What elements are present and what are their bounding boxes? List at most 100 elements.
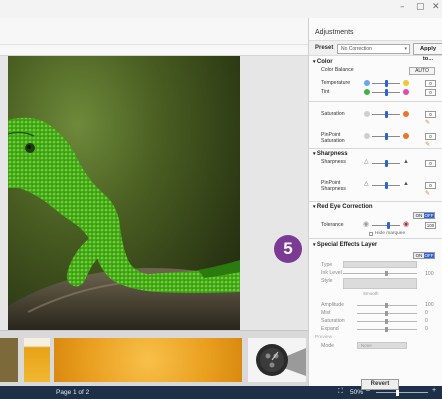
style-value: Smooth [363, 291, 379, 296]
thumbnail-watch[interactable] [248, 338, 306, 382]
window-titlebar: – ▢ ✕ [0, 0, 442, 18]
fx-saturation-label: Saturation [321, 318, 345, 324]
warm-dot-icon [403, 80, 409, 86]
pinpoint-sharpness-label-2: Sharpness [321, 186, 346, 192]
revert-button[interactable]: Revert [361, 379, 399, 390]
toolbar-divider [0, 44, 308, 45]
close-button[interactable]: ✕ [432, 2, 440, 12]
preset-row: Preset No Correction ▾ Apply to... [309, 40, 442, 62]
toggle-on[interactable]: ON [414, 213, 424, 218]
sharpness-section-title[interactable]: Sharpness [313, 151, 348, 157]
thumbnail-beer[interactable] [24, 338, 50, 382]
zoom-level: 50% [350, 389, 364, 396]
main-photo[interactable] [8, 56, 240, 330]
mist-value: 0 [425, 310, 428, 316]
cool-dot-icon [364, 80, 370, 86]
ink-level-slider[interactable] [343, 273, 417, 274]
ink-level-value: 100 [425, 271, 434, 277]
soft-icon: △ [364, 159, 369, 165]
eye-icon: ◉ [363, 221, 370, 228]
hide-marquee-label: Hide marquee [375, 231, 406, 236]
style-label: Style [321, 278, 333, 284]
zoom-slider-track[interactable] [376, 392, 428, 393]
pinpoint-sharpness-value[interactable]: 0 [425, 182, 436, 189]
tolerance-value[interactable]: 100 [425, 222, 436, 229]
gray-dot-icon [364, 133, 370, 139]
chevron-down-icon: ▾ [404, 46, 407, 52]
saturation-knob[interactable] [385, 111, 388, 118]
temperature-knob[interactable] [385, 80, 388, 87]
green-dot-icon [364, 89, 370, 95]
watch-image [256, 344, 306, 376]
lizard-image [8, 117, 240, 330]
tolerance-knob[interactable] [387, 222, 390, 229]
amplitude-label: Amplitude [321, 302, 345, 308]
apply-to-button[interactable]: Apply to... [413, 43, 442, 62]
red-eye-section-title[interactable]: Red Eye Correction [313, 204, 373, 210]
orange-dot-icon [403, 133, 409, 139]
pinpoint-picker-icon[interactable]: ✎ [425, 191, 430, 197]
step-badge: 5 [274, 235, 302, 263]
preset-dropdown[interactable]: No Correction ▾ [337, 44, 410, 54]
ink-level-label: Ink Level [321, 270, 342, 276]
tint-value[interactable]: 0 [425, 89, 436, 96]
special-effects-toggle[interactable]: ON OFF [413, 252, 435, 259]
expand-label: Expand [321, 326, 339, 332]
zoom-in-icon[interactable]: + [432, 387, 436, 394]
divider [309, 201, 442, 202]
red-eye-icon: ◉ [403, 221, 410, 228]
hide-marquee-checkbox[interactable] [369, 232, 373, 236]
filmstrip [0, 330, 308, 386]
tint-knob[interactable] [385, 89, 388, 96]
expand-value: 0 [425, 326, 428, 332]
fx-saturation-knob[interactable] [385, 319, 388, 324]
style-preview[interactable] [343, 278, 417, 289]
tolerance-label: Tolerance [321, 222, 344, 228]
pinpoint-saturation-label-2: Saturation [321, 138, 345, 144]
photo-canvas[interactable] [0, 56, 308, 330]
panel-title: Adjustments [315, 29, 354, 36]
auto-button[interactable]: AUTO [409, 67, 435, 75]
page-indicator: Page 1 of 2 [56, 389, 90, 396]
zoom-slider-knob[interactable] [396, 389, 399, 396]
mode-value: None [361, 343, 372, 348]
toggle-off[interactable]: OFF [424, 253, 434, 258]
divider [309, 101, 442, 102]
sharpness-knob[interactable] [385, 160, 388, 167]
thumbnail-bubbles[interactable] [54, 338, 242, 382]
mist-label: Mist [321, 310, 331, 316]
type-dropdown[interactable] [343, 261, 417, 268]
maximize-button[interactable]: ▢ [416, 2, 425, 12]
special-effects-title[interactable]: Special Effects Layer [313, 242, 377, 248]
divider [309, 148, 442, 149]
gray-dot-icon [364, 111, 370, 117]
toggle-off[interactable]: OFF [424, 213, 434, 218]
temperature-value[interactable]: 0 [425, 80, 436, 87]
toggle-on[interactable]: ON [414, 253, 424, 258]
preview-label: Preview [315, 335, 333, 340]
saturation-value[interactable]: 0 [425, 111, 436, 118]
mist-knob[interactable] [385, 311, 388, 316]
temperature-label: Temperature [321, 80, 351, 86]
preset-label: Preset [315, 45, 334, 51]
sharpness-label: Sharpness [321, 159, 346, 165]
thumbnail-partial[interactable] [0, 338, 18, 382]
preset-value: No Correction [341, 46, 372, 52]
sharp-icon: ▲ [403, 181, 409, 187]
minimize-button[interactable]: – [400, 2, 405, 12]
red-eye-toggle[interactable]: ON OFF [413, 212, 435, 219]
tolerance-slider[interactable] [372, 225, 400, 226]
orange-dot-icon [403, 111, 409, 117]
fit-icon[interactable]: ⛶ [338, 388, 343, 396]
pinpoint-saturation-value[interactable]: 0 [425, 133, 436, 140]
ink-level-knob[interactable] [385, 271, 388, 276]
pinpoint-picker-icon[interactable]: ✎ [425, 120, 430, 126]
pinpoint-sharpness-knob[interactable] [385, 182, 388, 189]
sharpness-value[interactable]: 0 [425, 160, 436, 167]
adjustments-panel: Adjustments Preset No Correction ▾ Apply… [308, 18, 442, 390]
color-section-title[interactable]: Color [313, 59, 333, 65]
pinpoint-saturation-knob[interactable] [385, 133, 388, 140]
amplitude-value: 100 [425, 302, 434, 308]
amplitude-knob[interactable] [385, 303, 388, 308]
expand-knob[interactable] [385, 327, 388, 332]
